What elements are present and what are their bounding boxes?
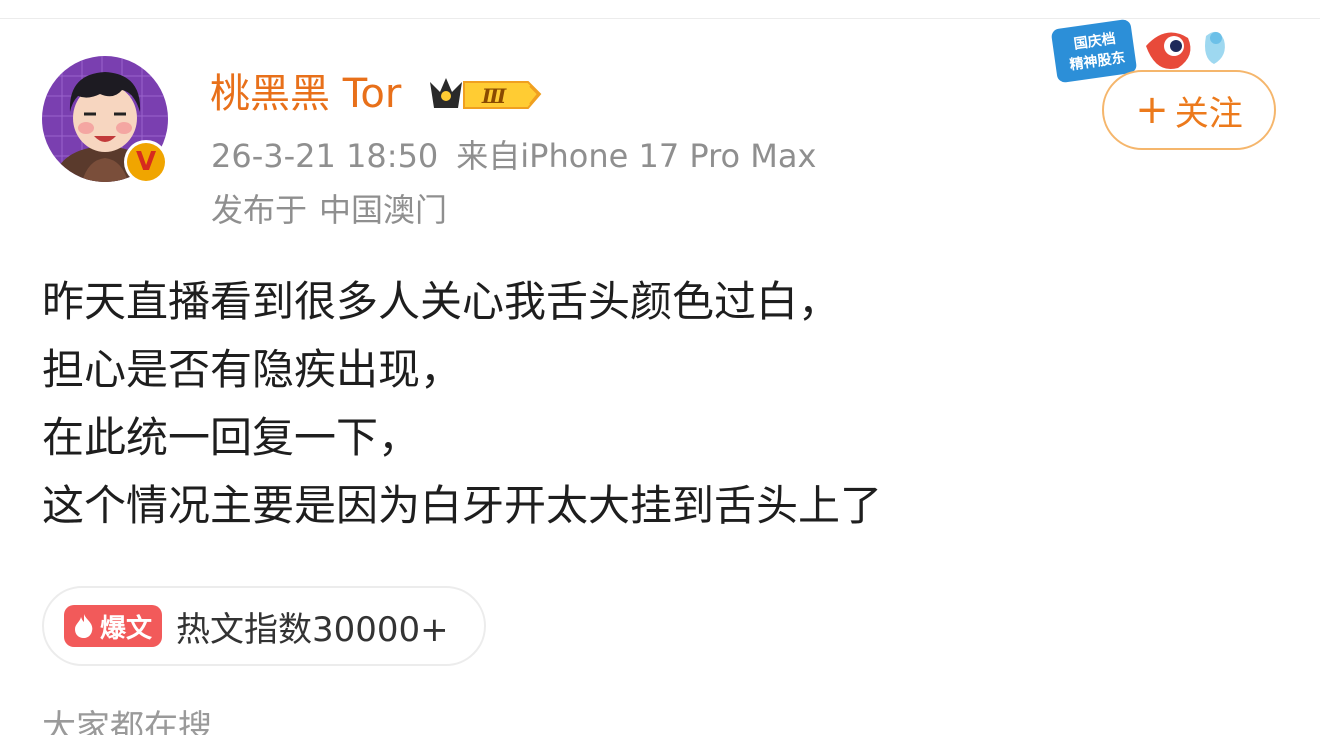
- trending-section-title: 大家都在搜: [42, 708, 212, 735]
- post-body: 昨天直播看到很多人关心我舌头颜色过白， 担心是否有隐疾出现， 在此统一回复一下，…: [42, 268, 1282, 540]
- post-location: 发布于 中国澳门: [211, 188, 447, 232]
- post-line: 昨天直播看到很多人关心我舌头颜色过白，: [42, 277, 841, 326]
- location-name: 中国澳门: [319, 191, 448, 229]
- weibo-post-page: V 桃黑黑 Tor Ⅲ 26-3-21 18:50 来自iPhone 17 Pro…: [0, 0, 1320, 735]
- hot-badge: 爆文: [64, 605, 163, 647]
- flame-icon: [75, 614, 93, 638]
- post-line: 这个情况主要是因为白牙开太大挂到舌头上了: [42, 481, 883, 530]
- vip-level: Ⅲ: [481, 84, 507, 108]
- post-meta: 26-3-21 18:50 来自iPhone 17 Pro Max: [211, 134, 816, 178]
- username[interactable]: 桃黑黑 Tor: [210, 66, 401, 122]
- plus-icon: +: [1135, 87, 1169, 133]
- follow-label: 关注: [1174, 93, 1243, 134]
- verified-badge-icon: V: [124, 140, 168, 184]
- vip-crown-icon[interactable]: Ⅲ: [424, 72, 544, 116]
- verified-mark: V: [127, 143, 165, 181]
- post-line: 担心是否有隐疾出现，: [42, 345, 463, 394]
- follow-button[interactable]: + 关注: [1102, 70, 1276, 150]
- hot-badge-label: 爆文: [100, 613, 153, 644]
- hot-article-tag[interactable]: 爆文 热文指数30000+: [42, 586, 486, 666]
- hot-index-text: 热文指数30000+: [176, 609, 449, 650]
- location-prefix: 发布于: [211, 191, 308, 229]
- post-timestamp: 26-3-21 18:50: [211, 137, 439, 175]
- post-source: 来自iPhone 17 Pro Max: [456, 137, 817, 175]
- post-line: 在此统一回复一下，: [42, 413, 421, 462]
